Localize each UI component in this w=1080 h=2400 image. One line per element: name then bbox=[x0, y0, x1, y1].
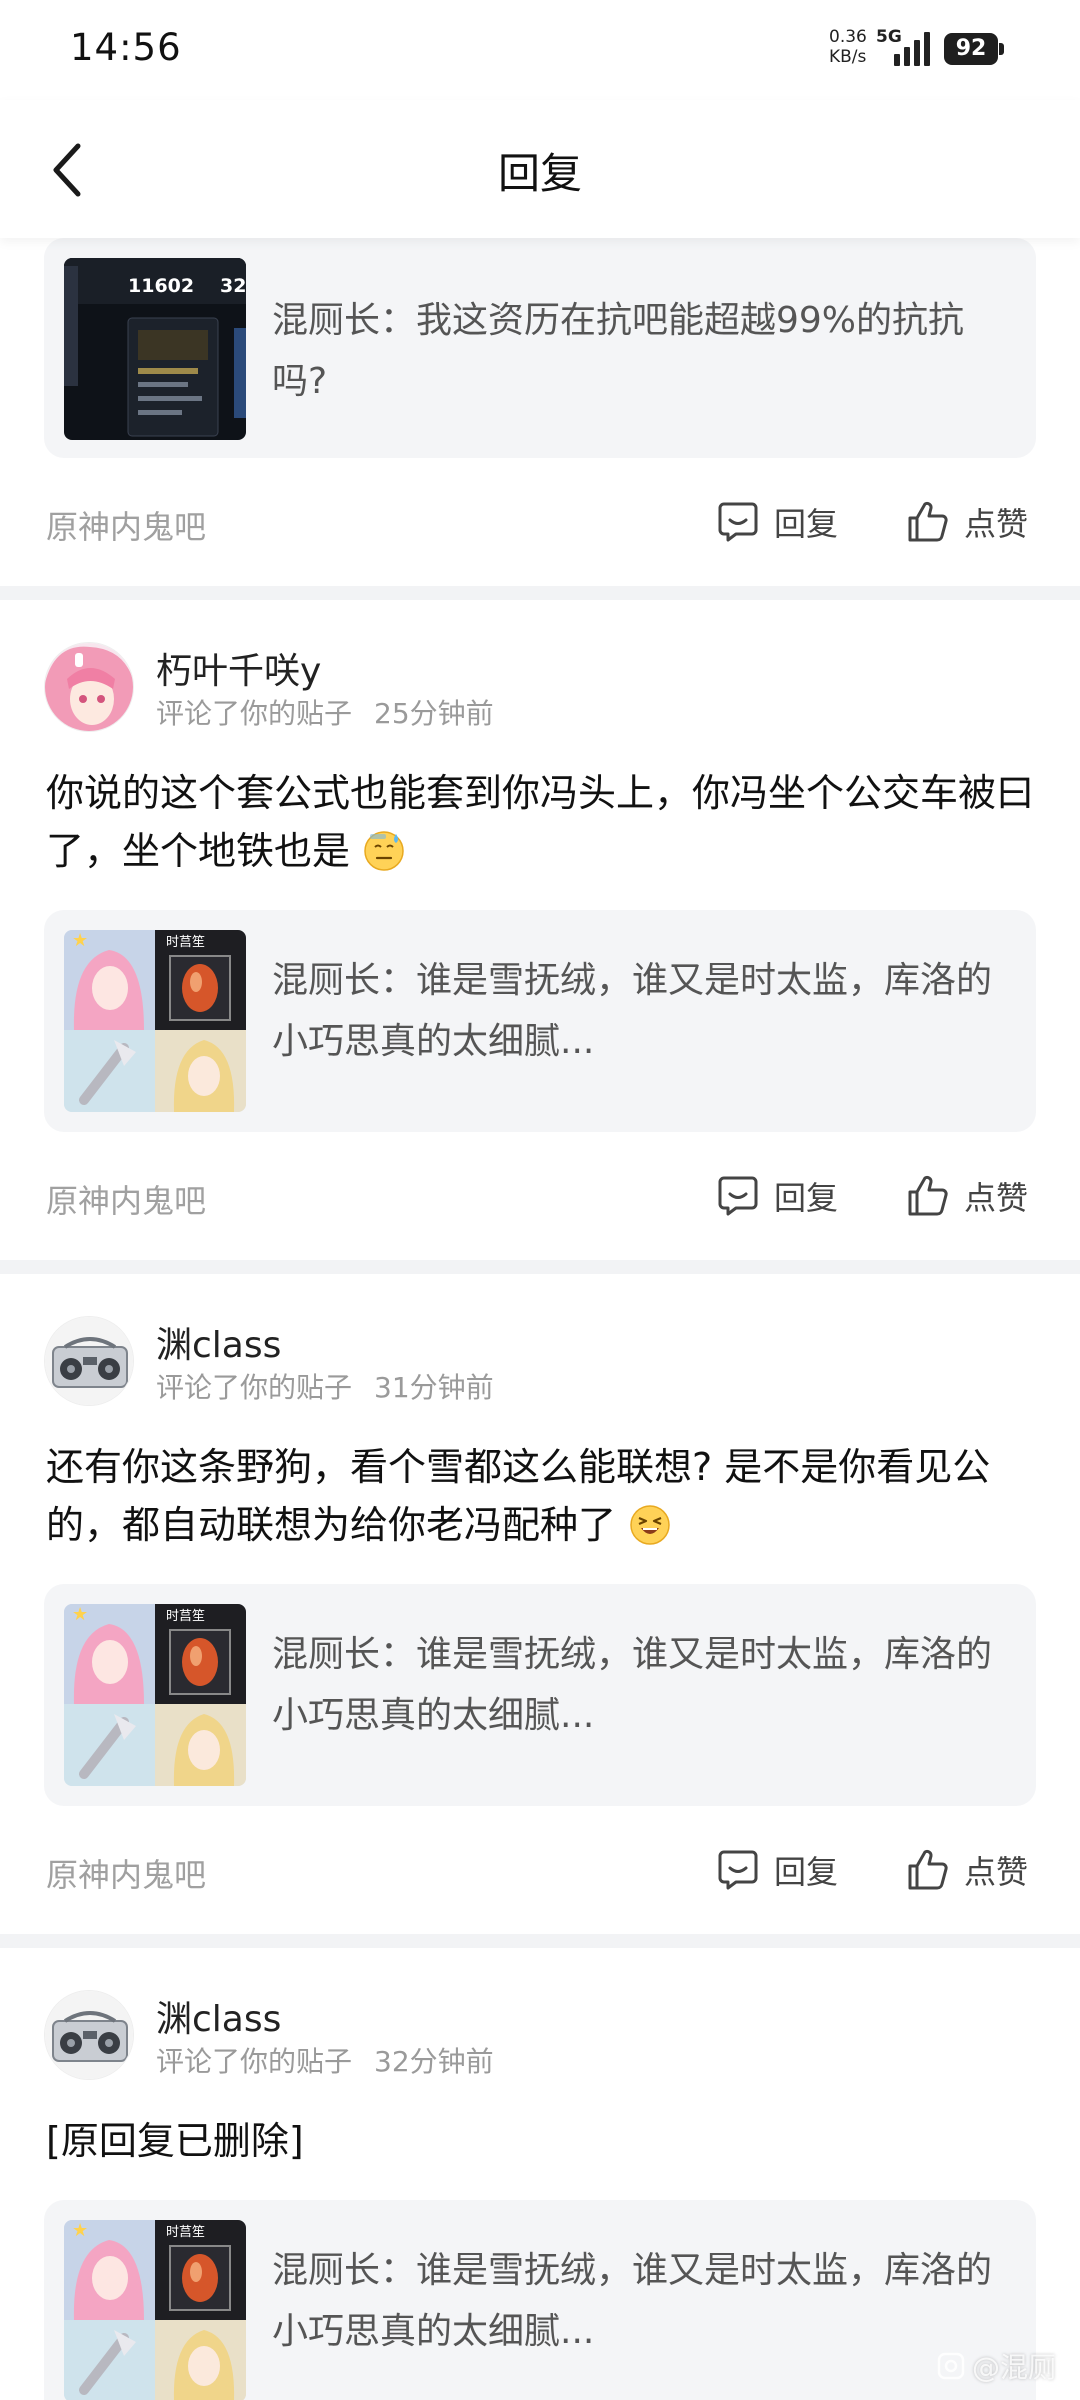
top-nav: 回复 bbox=[0, 100, 1080, 238]
collage-image: 时莒笙 ★ bbox=[64, 1604, 246, 1786]
status-time: 14:56 bbox=[70, 26, 182, 69]
thumbs-up-icon bbox=[908, 1849, 948, 1890]
quoted-post-thumbnail: 时莒笙 ★ bbox=[64, 930, 246, 1112]
avatar[interactable] bbox=[44, 642, 134, 732]
thumb-tag: 时莒笙 bbox=[166, 1608, 205, 1624]
username[interactable]: 渊class bbox=[156, 1990, 281, 2042]
comment-text-block: 还有你这条野狗，看个雪都这么能联想? 是不是你看见公的，都自动联想为给你老冯配种… bbox=[0, 1438, 1080, 1554]
action-text: 评论了你的贴子 bbox=[156, 697, 353, 730]
svg-text:★: ★ bbox=[72, 930, 88, 951]
reply-label: 回复 bbox=[774, 1853, 839, 1891]
thumbs-up-icon bbox=[908, 501, 948, 542]
username[interactable]: 渊class bbox=[156, 1316, 281, 1368]
like-button[interactable]: 点赞 bbox=[906, 1168, 1028, 1224]
reply-label: 回复 bbox=[774, 505, 839, 543]
thumb-stat-left: 11602 bbox=[128, 275, 194, 297]
card-footer: 原神内鬼吧 回复 点赞 bbox=[0, 458, 1080, 586]
reply-card: 渊class 评论了你的贴子 31分钟前 还有你这条野狗，看个雪都这么能联想? 是… bbox=[0, 1274, 1080, 1934]
like-button[interactable]: 点赞 bbox=[906, 1842, 1028, 1898]
svg-text:★: ★ bbox=[72, 1604, 88, 1625]
action-text: 评论了你的贴子 bbox=[156, 2045, 353, 2078]
timestamp: 32分钟前 bbox=[374, 2045, 494, 2078]
like-label: 点赞 bbox=[964, 1179, 1029, 1217]
section-divider bbox=[0, 586, 1080, 600]
comment-text: 还有你这条野狗，看个雪都这么能联想? 是不是你看见公的，都自动联想为给你老冯配种… bbox=[46, 1445, 991, 1547]
like-label: 点赞 bbox=[964, 505, 1029, 543]
collage-image: 时莒笙 ★ bbox=[64, 930, 246, 1112]
quoted-post[interactable]: 时莒笙 ★ 混厕长：谁是雪抚绒，谁又是时太监，库洛的小巧思真的太细腻... bbox=[44, 2200, 1036, 2400]
post-meta: 评论了你的贴子 32分钟前 bbox=[156, 2040, 494, 2080]
reply-button[interactable]: 回复 bbox=[716, 1168, 838, 1224]
quoted-post-thumbnail: 时莒笙 ★ bbox=[64, 2220, 246, 2400]
thumb-tag: 时莒笙 bbox=[166, 934, 205, 950]
quoted-post-text: 混厕长：谁是雪抚绒，谁又是时太监，库洛的小巧思真的太细腻... bbox=[272, 1634, 993, 1736]
network-speed: 0.36 KB/s bbox=[829, 27, 867, 67]
comment-text: 你说的这个套公式也能套到你冯头上，你冯坐个公交车被曰了，坐个地铁也是 bbox=[46, 771, 1035, 873]
forum-name[interactable]: 原神内鬼吧 bbox=[46, 1850, 206, 1896]
boombox-avatar-image bbox=[45, 1317, 133, 1405]
card-footer: 原神内鬼吧 回复 点赞 bbox=[0, 1132, 1080, 1260]
watermark: @混厕 bbox=[936, 2346, 1056, 2386]
comment-icon bbox=[718, 1176, 758, 1216]
comment-text: [原回复已删除] bbox=[46, 2119, 304, 2163]
network-speed-value: 0.36 bbox=[829, 27, 867, 47]
camera-icon bbox=[937, 2352, 965, 2380]
section-divider bbox=[0, 1260, 1080, 1274]
signal-icon bbox=[894, 32, 930, 66]
reply-card: 11602 32 混厕长：我这资历在抗吧能超越99%的抗抗吗? 原神内鬼吧 回复… bbox=[0, 238, 1080, 586]
reply-button[interactable]: 回复 bbox=[716, 1842, 838, 1898]
like-button[interactable]: 点赞 bbox=[906, 494, 1028, 550]
forum-name[interactable]: 原神内鬼吧 bbox=[46, 502, 206, 548]
thumb-tag: 时莒笙 bbox=[166, 2224, 205, 2240]
quoted-post-text: 混厕长：我这资历在抗吧能超越99%的抗抗吗? bbox=[272, 300, 965, 402]
user-row: 渊class 评论了你的贴子 32分钟前 bbox=[0, 1948, 1080, 2080]
collage-image: 时莒笙 ★ bbox=[64, 2220, 246, 2400]
like-label: 点赞 bbox=[964, 1853, 1029, 1891]
forum-name[interactable]: 原神内鬼吧 bbox=[46, 1176, 206, 1222]
comment-text-block: [原回复已删除] bbox=[0, 2112, 1080, 2170]
battery-tip bbox=[999, 43, 1004, 55]
thumb-stat-right: 32 bbox=[220, 275, 246, 297]
card-footer: 原神内鬼吧 回复 点赞 bbox=[0, 1806, 1080, 1934]
network-speed-unit: KB/s bbox=[829, 47, 867, 67]
avatar[interactable] bbox=[44, 1316, 134, 1406]
anime-avatar-image bbox=[45, 643, 133, 731]
user-row: 渊class 评论了你的贴子 31分钟前 bbox=[0, 1274, 1080, 1406]
user-row: 朽叶千咲y 评论了你的贴子 25分钟前 bbox=[0, 600, 1080, 732]
quoted-post[interactable]: 时莒笙 ★ 混厕长：谁是雪抚绒，谁又是时太监，库洛的小巧思真的太细腻... bbox=[44, 1584, 1036, 1806]
page-title: 回复 bbox=[497, 149, 582, 198]
boombox-avatar-image bbox=[45, 1991, 133, 2079]
quoted-post[interactable]: 时莒笙 ★ 混厕长：谁是雪抚绒，谁又是时太监，库洛的小巧思真的太细腻... bbox=[44, 910, 1036, 1132]
quoted-post[interactable]: 11602 32 混厕长：我这资历在抗吧能超越99%的抗抗吗? bbox=[44, 238, 1036, 458]
post-meta: 评论了你的贴子 25分钟前 bbox=[156, 692, 494, 732]
timestamp: 31分钟前 bbox=[374, 1371, 494, 1404]
section-divider bbox=[0, 1934, 1080, 1948]
post-meta: 评论了你的贴子 31分钟前 bbox=[156, 1366, 494, 1406]
timestamp: 25分钟前 bbox=[374, 697, 494, 730]
avatar[interactable] bbox=[44, 1990, 134, 2080]
reply-feed: 11602 32 混厕长：我这资历在抗吧能超越99%的抗抗吗? 原神内鬼吧 回复… bbox=[0, 238, 1080, 2400]
sweat-face-emoji-icon bbox=[364, 831, 404, 871]
battery-level: 92 bbox=[944, 33, 998, 65]
comment-icon bbox=[718, 1850, 758, 1890]
quoted-post-thumbnail: 时莒笙 ★ bbox=[64, 1604, 246, 1786]
comment-icon bbox=[718, 502, 758, 542]
quoted-post-text: 混厕长：谁是雪抚绒，谁又是时太监，库洛的小巧思真的太细腻... bbox=[272, 960, 993, 1062]
quoted-post-text: 混厕长：谁是雪抚绒，谁又是时太监，库洛的小巧思真的太细腻... bbox=[272, 2250, 993, 2352]
svg-text:★: ★ bbox=[72, 2220, 88, 2241]
action-text: 评论了你的贴子 bbox=[156, 1371, 353, 1404]
game-profile-image: 11602 32 bbox=[64, 258, 246, 440]
battery-icon: 92 bbox=[944, 33, 1004, 65]
reply-card: 渊class 评论了你的贴子 32分钟前 [原回复已删除] 时莒笙 ★ 混厕长：… bbox=[0, 1948, 1080, 2400]
reply-button[interactable]: 回复 bbox=[716, 494, 838, 550]
status-bar: 14:56 0.36 KB/s 5G 92 bbox=[0, 0, 1080, 100]
comment-text-block: 你说的这个套公式也能套到你冯头上，你冯坐个公交车被曰了，坐个地铁也是 bbox=[0, 764, 1080, 880]
quoted-post-thumbnail: 11602 32 bbox=[64, 258, 246, 440]
watermark-text: @混厕 bbox=[971, 2351, 1056, 2384]
squint-grin-emoji-icon bbox=[630, 1505, 670, 1545]
thumbs-up-icon bbox=[908, 1175, 948, 1216]
reply-card: 朽叶千咲y 评论了你的贴子 25分钟前 你说的这个套公式也能套到你冯头上，你冯坐个… bbox=[0, 600, 1080, 1260]
username[interactable]: 朽叶千咲y bbox=[156, 642, 321, 694]
reply-label: 回复 bbox=[774, 1179, 839, 1217]
